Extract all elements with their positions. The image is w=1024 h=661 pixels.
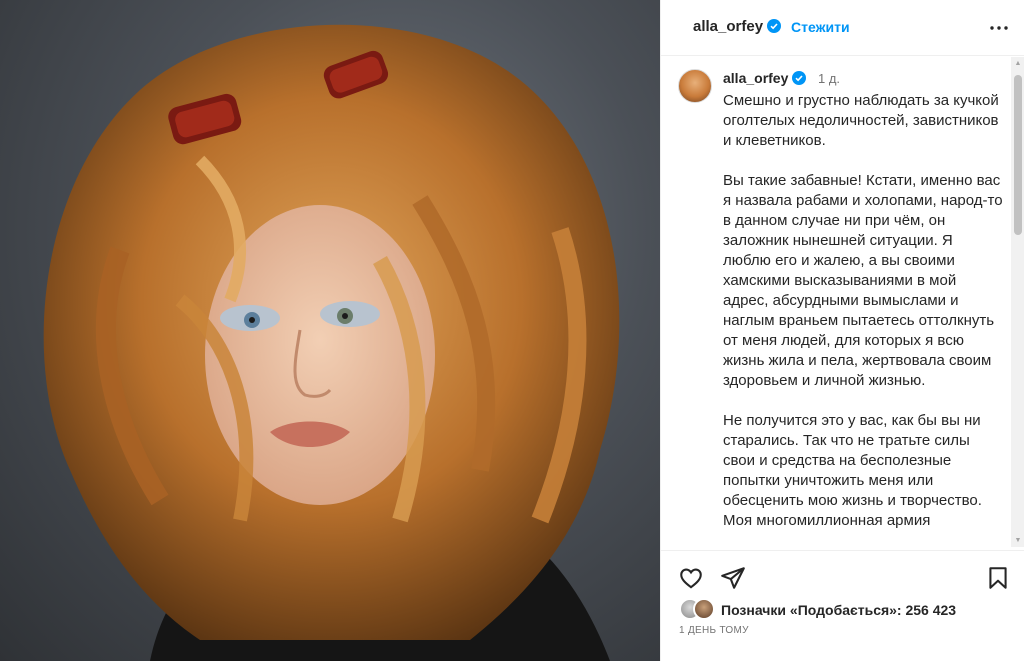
verified-badge-icon [792, 71, 807, 88]
post-header: alla_orfey • Стежити [661, 0, 1024, 56]
likes-count[interactable]: Позначки «Подобається»: 256 423 [721, 602, 956, 618]
caption-paragraph: Вы такие забавные! Кстати, именно вас я … [723, 172, 1003, 389]
post-caption: alla_orfey 1 д. Смешно и грустно наблюда… [661, 57, 1011, 547]
post-side-panel: alla_orfey • Стежити alla_orfey 1 д. Сме… [660, 0, 1024, 661]
bookmark-icon[interactable] [985, 565, 1011, 591]
likes-row: Позначки «Подобається»: 256 423 [679, 598, 1019, 622]
portrait-photo [43, 24, 620, 661]
scroll-up-arrow-icon[interactable]: ▲ [1014, 60, 1022, 68]
header-username[interactable]: alla_orfey [693, 18, 782, 37]
caption-username[interactable]: alla_orfey [723, 70, 807, 88]
liker-avatar[interactable] [693, 598, 715, 620]
more-options-icon[interactable] [987, 16, 1011, 40]
scroll-down-arrow-icon[interactable]: ▼ [1014, 537, 1022, 545]
share-send-icon[interactable] [720, 565, 746, 591]
post-photo[interactable] [0, 0, 660, 661]
caption-paragraph: Не получится это у вас, как бы вы ни ста… [723, 412, 982, 529]
scrollbar-thumb[interactable] [1014, 75, 1022, 235]
caption-time[interactable]: 1 д. [818, 71, 840, 86]
verified-badge-icon [767, 19, 782, 37]
avatar[interactable] [678, 69, 712, 103]
caption-text: Смешно и грустно наблюдать за кучкой ого… [723, 91, 1003, 547]
posted-time[interactable]: 1 ДЕНЬ ТОМУ [679, 625, 749, 636]
caption-paragraph: Смешно и грустно наблюдать за кучкой ого… [723, 92, 999, 149]
like-heart-icon[interactable] [678, 565, 704, 591]
follow-button[interactable]: Стежити [791, 19, 850, 35]
